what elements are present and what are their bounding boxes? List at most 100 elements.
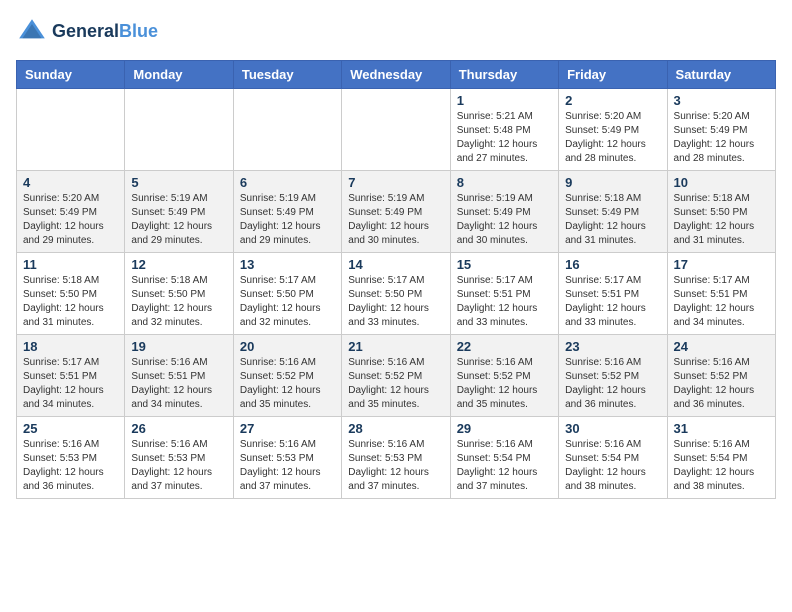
day-info: Sunrise: 5:19 AM Sunset: 5:49 PM Dayligh… — [348, 192, 443, 248]
day-info: Sunrise: 5:16 AM Sunset: 5:54 PM Dayligh… — [674, 438, 769, 494]
day-info: Sunrise: 5:20 AM Sunset: 5:49 PM Dayligh… — [23, 192, 118, 248]
day-info: Sunrise: 5:17 AM Sunset: 5:50 PM Dayligh… — [240, 274, 335, 330]
day-number: 16 — [565, 257, 660, 272]
calendar-cell: 19 Sunrise: 5:16 AM Sunset: 5:51 PM Dayli… — [125, 335, 233, 417]
calendar-cell: 2 Sunrise: 5:20 AM Sunset: 5:49 PM Daylig… — [559, 89, 667, 171]
day-info: Sunrise: 5:17 AM Sunset: 5:51 PM Dayligh… — [565, 274, 660, 330]
day-number: 10 — [674, 175, 769, 190]
day-number: 26 — [131, 421, 226, 436]
day-number: 7 — [348, 175, 443, 190]
day-number: 17 — [674, 257, 769, 272]
calendar-cell: 27 Sunrise: 5:16 AM Sunset: 5:53 PM Dayli… — [233, 417, 341, 499]
calendar-cell: 29 Sunrise: 5:16 AM Sunset: 5:54 PM Dayli… — [450, 417, 558, 499]
calendar-cell — [125, 89, 233, 171]
calendar-cell: 20 Sunrise: 5:16 AM Sunset: 5:52 PM Dayli… — [233, 335, 341, 417]
calendar-cell: 4Sunrise: 5:20 AM Sunset: 5:49 PM Daylig… — [17, 171, 125, 253]
day-number: 21 — [348, 339, 443, 354]
day-number: 8 — [457, 175, 552, 190]
day-number: 18 — [23, 339, 118, 354]
day-info: Sunrise: 5:19 AM Sunset: 5:49 PM Dayligh… — [131, 192, 226, 248]
calendar-cell: 23 Sunrise: 5:16 AM Sunset: 5:52 PM Dayli… — [559, 335, 667, 417]
day-number: 13 — [240, 257, 335, 272]
day-number: 24 — [674, 339, 769, 354]
day-info: Sunrise: 5:18 AM Sunset: 5:50 PM Dayligh… — [131, 274, 226, 330]
day-number: 9 — [565, 175, 660, 190]
day-info: Sunrise: 5:19 AM Sunset: 5:49 PM Dayligh… — [457, 192, 552, 248]
day-info: Sunrise: 5:16 AM Sunset: 5:53 PM Dayligh… — [23, 438, 118, 494]
day-number: 20 — [240, 339, 335, 354]
calendar-cell: 8 Sunrise: 5:19 AM Sunset: 5:49 PM Daylig… — [450, 171, 558, 253]
day-info: Sunrise: 5:18 AM Sunset: 5:50 PM Dayligh… — [674, 192, 769, 248]
day-info: Sunrise: 5:16 AM Sunset: 5:54 PM Dayligh… — [457, 438, 552, 494]
day-info: Sunrise: 5:17 AM Sunset: 5:50 PM Dayligh… — [348, 274, 443, 330]
calendar-cell: 28 Sunrise: 5:16 AM Sunset: 5:53 PM Dayli… — [342, 417, 450, 499]
day-info: Sunrise: 5:16 AM Sunset: 5:53 PM Dayligh… — [131, 438, 226, 494]
day-info: Sunrise: 5:19 AM Sunset: 5:49 PM Dayligh… — [240, 192, 335, 248]
calendar-cell: 21Sunrise: 5:16 AM Sunset: 5:52 PM Dayli… — [342, 335, 450, 417]
day-number: 12 — [131, 257, 226, 272]
calendar-cell: 5 Sunrise: 5:19 AM Sunset: 5:49 PM Daylig… — [125, 171, 233, 253]
day-info: Sunrise: 5:16 AM Sunset: 5:52 PM Dayligh… — [565, 356, 660, 412]
day-info: Sunrise: 5:18 AM Sunset: 5:50 PM Dayligh… — [23, 274, 118, 330]
day-info: Sunrise: 5:16 AM Sunset: 5:53 PM Dayligh… — [348, 438, 443, 494]
calendar-table: SundayMondayTuesdayWednesdayThursdayFrid… — [16, 60, 776, 499]
day-number: 28 — [348, 421, 443, 436]
weekday-header-sunday: Sunday — [17, 61, 125, 89]
weekday-header-thursday: Thursday — [450, 61, 558, 89]
day-number: 29 — [457, 421, 552, 436]
day-number: 3 — [674, 93, 769, 108]
day-number: 31 — [674, 421, 769, 436]
day-number: 27 — [240, 421, 335, 436]
calendar-cell: 18 Sunrise: 5:17 AM Sunset: 5:51 PM Dayli… — [17, 335, 125, 417]
day-number: 14 — [348, 257, 443, 272]
calendar-cell: 6 Sunrise: 5:19 AM Sunset: 5:49 PM Daylig… — [233, 171, 341, 253]
day-info: Sunrise: 5:16 AM Sunset: 5:52 PM Dayligh… — [240, 356, 335, 412]
calendar-cell: 13 Sunrise: 5:17 AM Sunset: 5:50 PM Dayli… — [233, 253, 341, 335]
weekday-header-row: SundayMondayTuesdayWednesdayThursdayFrid… — [17, 61, 776, 89]
week-row-1: 1 Sunrise: 5:21 AM Sunset: 5:48 PM Daylig… — [17, 89, 776, 171]
calendar-cell — [17, 89, 125, 171]
day-info: Sunrise: 5:16 AM Sunset: 5:51 PM Dayligh… — [131, 356, 226, 412]
day-number: 23 — [565, 339, 660, 354]
calendar-cell: 3 Sunrise: 5:20 AM Sunset: 5:49 PM Daylig… — [667, 89, 775, 171]
calendar-cell: 16 Sunrise: 5:17 AM Sunset: 5:51 PM Dayli… — [559, 253, 667, 335]
weekday-header-friday: Friday — [559, 61, 667, 89]
week-row-4: 18 Sunrise: 5:17 AM Sunset: 5:51 PM Dayli… — [17, 335, 776, 417]
calendar-cell — [233, 89, 341, 171]
week-row-3: 11 Sunrise: 5:18 AM Sunset: 5:50 PM Dayli… — [17, 253, 776, 335]
calendar-cell — [342, 89, 450, 171]
day-number: 25 — [23, 421, 118, 436]
calendar-cell: 22Sunrise: 5:16 AM Sunset: 5:52 PM Dayli… — [450, 335, 558, 417]
day-info: Sunrise: 5:21 AM Sunset: 5:48 PM Dayligh… — [457, 110, 552, 166]
page-header: GeneralBlue — [16, 16, 776, 48]
day-info: Sunrise: 5:18 AM Sunset: 5:49 PM Dayligh… — [565, 192, 660, 248]
day-number: 1 — [457, 93, 552, 108]
calendar-cell: 14 Sunrise: 5:17 AM Sunset: 5:50 PM Dayli… — [342, 253, 450, 335]
calendar-cell: 25 Sunrise: 5:16 AM Sunset: 5:53 PM Dayli… — [17, 417, 125, 499]
day-number: 5 — [131, 175, 226, 190]
day-info: Sunrise: 5:16 AM Sunset: 5:53 PM Dayligh… — [240, 438, 335, 494]
calendar-cell: 10 Sunrise: 5:18 AM Sunset: 5:50 PM Dayli… — [667, 171, 775, 253]
calendar-cell: 9 Sunrise: 5:18 AM Sunset: 5:49 PM Daylig… — [559, 171, 667, 253]
day-number: 11 — [23, 257, 118, 272]
calendar-cell: 17Sunrise: 5:17 AM Sunset: 5:51 PM Dayli… — [667, 253, 775, 335]
day-number: 2 — [565, 93, 660, 108]
calendar-cell: 7 Sunrise: 5:19 AM Sunset: 5:49 PM Daylig… — [342, 171, 450, 253]
calendar-cell: 11 Sunrise: 5:18 AM Sunset: 5:50 PM Dayli… — [17, 253, 125, 335]
week-row-5: 25 Sunrise: 5:16 AM Sunset: 5:53 PM Dayli… — [17, 417, 776, 499]
day-info: Sunrise: 5:17 AM Sunset: 5:51 PM Dayligh… — [23, 356, 118, 412]
calendar-cell: 1 Sunrise: 5:21 AM Sunset: 5:48 PM Daylig… — [450, 89, 558, 171]
calendar-cell: 31 Sunrise: 5:16 AM Sunset: 5:54 PM Dayli… — [667, 417, 775, 499]
calendar-cell: 24Sunrise: 5:16 AM Sunset: 5:52 PM Dayli… — [667, 335, 775, 417]
day-info: Sunrise: 5:20 AM Sunset: 5:49 PM Dayligh… — [674, 110, 769, 166]
day-number: 19 — [131, 339, 226, 354]
day-info: Sunrise: 5:20 AM Sunset: 5:49 PM Dayligh… — [565, 110, 660, 166]
day-info: Sunrise: 5:16 AM Sunset: 5:54 PM Dayligh… — [565, 438, 660, 494]
day-number: 6 — [240, 175, 335, 190]
weekday-header-tuesday: Tuesday — [233, 61, 341, 89]
day-number: 15 — [457, 257, 552, 272]
day-number: 22 — [457, 339, 552, 354]
calendar-cell: 26 Sunrise: 5:16 AM Sunset: 5:53 PM Dayli… — [125, 417, 233, 499]
calendar-cell: 12 Sunrise: 5:18 AM Sunset: 5:50 PM Dayli… — [125, 253, 233, 335]
calendar-cell: 30Sunrise: 5:16 AM Sunset: 5:54 PM Dayli… — [559, 417, 667, 499]
